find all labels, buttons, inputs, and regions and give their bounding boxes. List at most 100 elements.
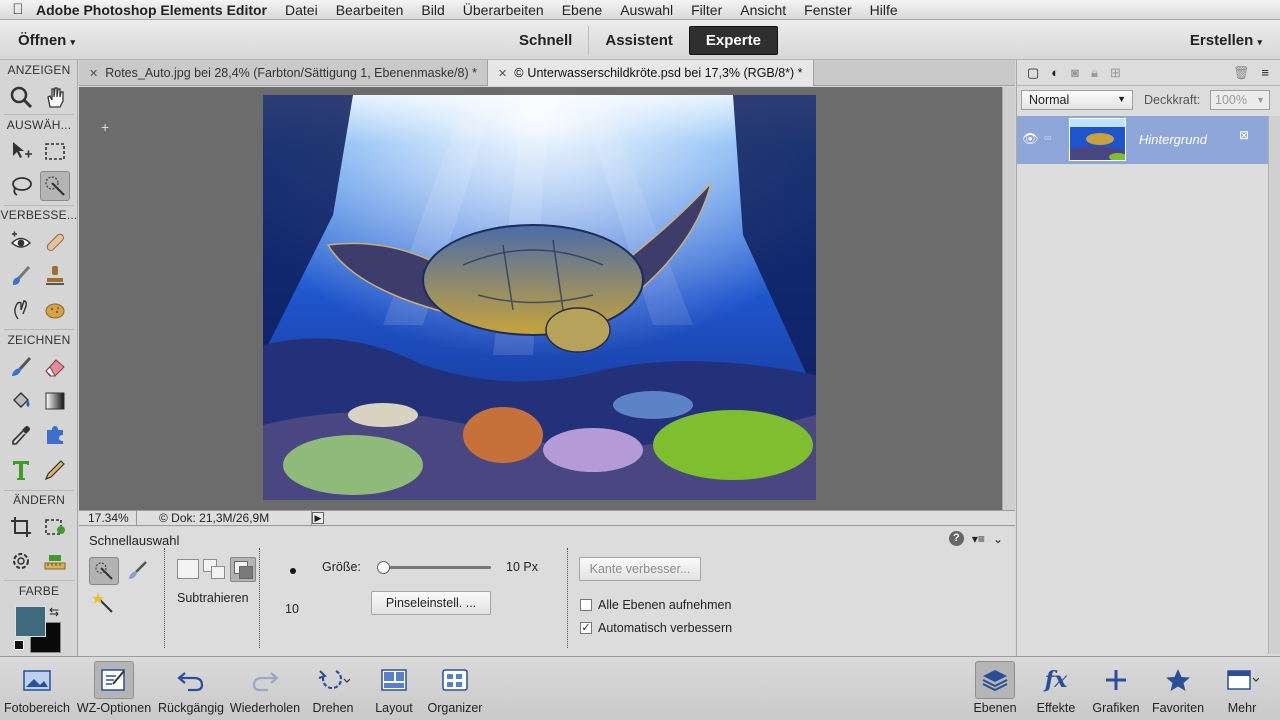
canvas-area[interactable]: + [79, 87, 1002, 510]
content-aware-move-tool[interactable] [6, 546, 36, 576]
size-slider-thumb[interactable] [377, 561, 390, 574]
hand-tool[interactable] [40, 82, 70, 112]
menu-bild[interactable]: Bild [421, 2, 444, 18]
checkbox-box[interactable]: ✓ [580, 622, 592, 634]
tab-unterwasserschildkroete[interactable]: ✕ © Unterwasserschildkröte.psd bei 17,3%… [487, 60, 814, 86]
blur-tool[interactable] [6, 295, 36, 325]
opacity-input[interactable]: 100% ▼ [1210, 90, 1270, 110]
document-image[interactable] [263, 95, 816, 500]
panel-menu-icon[interactable]: ≡ [1261, 65, 1269, 80]
create-button[interactable]: Erstellen ▾ [1190, 32, 1262, 49]
menu-hilfe[interactable]: Hilfe [870, 2, 898, 18]
tool-options-button[interactable]: WZ-Optionen [76, 657, 152, 720]
photo-bin-button[interactable]: Fotobereich [2, 657, 72, 720]
rotate-button[interactable]: Drehen [304, 657, 362, 720]
effects-button[interactable]: fx Effekte [1030, 657, 1082, 720]
menu-auswahl[interactable]: Auswahl [620, 2, 673, 18]
layer-mask-icon[interactable]: ◙ [1071, 65, 1079, 80]
straighten-tool[interactable] [40, 546, 70, 576]
apple-icon[interactable]:  [0, 1, 36, 18]
selection-brush-variant[interactable] [123, 557, 151, 585]
sample-all-layers-checkbox[interactable]: Alle Ebenen aufnehmen [580, 598, 731, 612]
mode-assistent[interactable]: Assistent [589, 26, 689, 55]
size-slider[interactable] [377, 561, 491, 574]
new-selection-mode[interactable] [177, 559, 199, 579]
eye-icon[interactable]: 👁︎ [1022, 131, 1039, 147]
lasso-tool[interactable] [6, 171, 36, 201]
menu-ebene[interactable]: Ebene [562, 2, 602, 18]
menu-bearbeiten[interactable]: Bearbeiten [336, 2, 404, 18]
more-button[interactable]: Mehr [1214, 657, 1270, 720]
menu-ueberarbeiten[interactable]: Überarbeiten [463, 2, 544, 18]
marquee-tool[interactable] [40, 137, 70, 167]
layers-scrollbar[interactable] [1268, 116, 1280, 654]
auto-enhance-checkbox[interactable]: ✓ Automatisch verbessern [580, 621, 732, 635]
move-tool[interactable] [6, 137, 36, 167]
trash-icon[interactable]: 🗑︎ [1233, 65, 1250, 81]
lock-transparency-icon[interactable]: ⊞ [1110, 65, 1121, 81]
smart-brush-tool[interactable] [6, 261, 36, 291]
layer-thumbnail-image [1070, 119, 1125, 160]
sponge-tool[interactable] [40, 295, 70, 325]
layer-name[interactable]: Hintergrund [1139, 132, 1207, 147]
quick-selection-variant[interactable] [89, 557, 119, 585]
menu-fenster[interactable]: Fenster [804, 2, 851, 18]
paint-bucket-tool[interactable] [6, 386, 36, 416]
eraser-tool[interactable] [40, 352, 70, 382]
clone-stamp-tool[interactable] [40, 261, 70, 291]
graphics-button[interactable]: Grafiken [1088, 657, 1144, 720]
collapse-chevron-icon[interactable]: ⌄ [993, 532, 1003, 546]
mode-schnell[interactable]: Schnell [503, 26, 590, 55]
layout-button[interactable]: Layout [366, 657, 422, 720]
link-icon[interactable]: ∞ [1044, 132, 1052, 144]
menu-filter[interactable]: Filter [691, 2, 722, 18]
favorites-button[interactable]: Favoriten [1148, 657, 1208, 720]
panel-menu-icon[interactable]: ▾≡ [972, 532, 985, 546]
add-selection-mode[interactable] [203, 559, 227, 581]
finger-icon [14, 300, 27, 320]
close-icon[interactable]: ✕ [498, 67, 507, 80]
zoom-tool[interactable] [6, 82, 36, 112]
help-icon[interactable]: ? [948, 531, 964, 546]
new-layer-icon[interactable]: ▢ [1027, 65, 1039, 81]
checkbox-box[interactable] [580, 599, 592, 611]
text-tool[interactable] [6, 455, 36, 485]
app-name[interactable]: Adobe Photoshop Elements Editor [36, 2, 267, 18]
crosshair-cursor-icon: + [101, 119, 110, 135]
layer-row-background[interactable]: 👁︎ ∞ Hintergrund ⊠ [1017, 116, 1268, 164]
layers-button[interactable]: Ebenen [966, 657, 1024, 720]
redo-button[interactable]: Wiederholen [229, 657, 301, 720]
custom-shape-tool[interactable] [40, 420, 70, 450]
tab-rotes-auto[interactable]: ✕ Rotes_Auto.jpg bei 28,4% (Farbton/Sätt… [79, 60, 488, 86]
menu-ansicht[interactable]: Ansicht [740, 2, 786, 18]
healing-brush-tool[interactable] [40, 227, 70, 257]
brush-settings-button[interactable]: Pinseleinstell. ... [371, 591, 491, 615]
refine-edge-button[interactable]: Kante verbesser... [579, 557, 701, 581]
swap-colors-icon[interactable]: ⇆ [49, 605, 59, 619]
menu-datei[interactable]: Datei [285, 2, 318, 18]
magic-wand-variant[interactable] [89, 589, 117, 617]
close-icon[interactable]: ✕ [89, 67, 98, 80]
tool-options-label: WZ-Optionen [76, 701, 152, 715]
pencil-tool[interactable] [40, 455, 70, 485]
play-arrow-icon[interactable]: ▶ [312, 512, 324, 524]
subtract-selection-mode[interactable] [230, 557, 256, 582]
foreground-color-swatch[interactable] [15, 606, 46, 637]
organizer-button[interactable]: Organizer [424, 657, 486, 720]
gradient-tool[interactable] [40, 386, 70, 416]
mode-experte[interactable]: Experte [688, 26, 778, 55]
eyedropper-tool[interactable] [6, 420, 36, 450]
brush-tool[interactable] [6, 352, 36, 382]
undo-button[interactable]: Rückgängig [155, 657, 227, 720]
open-button[interactable]: Öffnen ▾ [18, 32, 75, 49]
zoom-readout[interactable]: 17.34% [79, 511, 137, 525]
quick-selection-tool[interactable] [40, 171, 70, 201]
crop-tool[interactable] [6, 512, 36, 542]
blend-mode-select[interactable]: Normal ▼ [1021, 90, 1133, 110]
lock-all-icon[interactable]: 🔒︎ [1091, 65, 1098, 81]
default-colors-icon[interactable] [14, 640, 24, 650]
canvas-scrollbar[interactable] [1002, 87, 1015, 510]
adjustment-layer-icon[interactable]: ◐ [1051, 65, 1059, 80]
recompose-tool[interactable] [40, 512, 70, 542]
red-eye-tool[interactable] [6, 227, 36, 257]
